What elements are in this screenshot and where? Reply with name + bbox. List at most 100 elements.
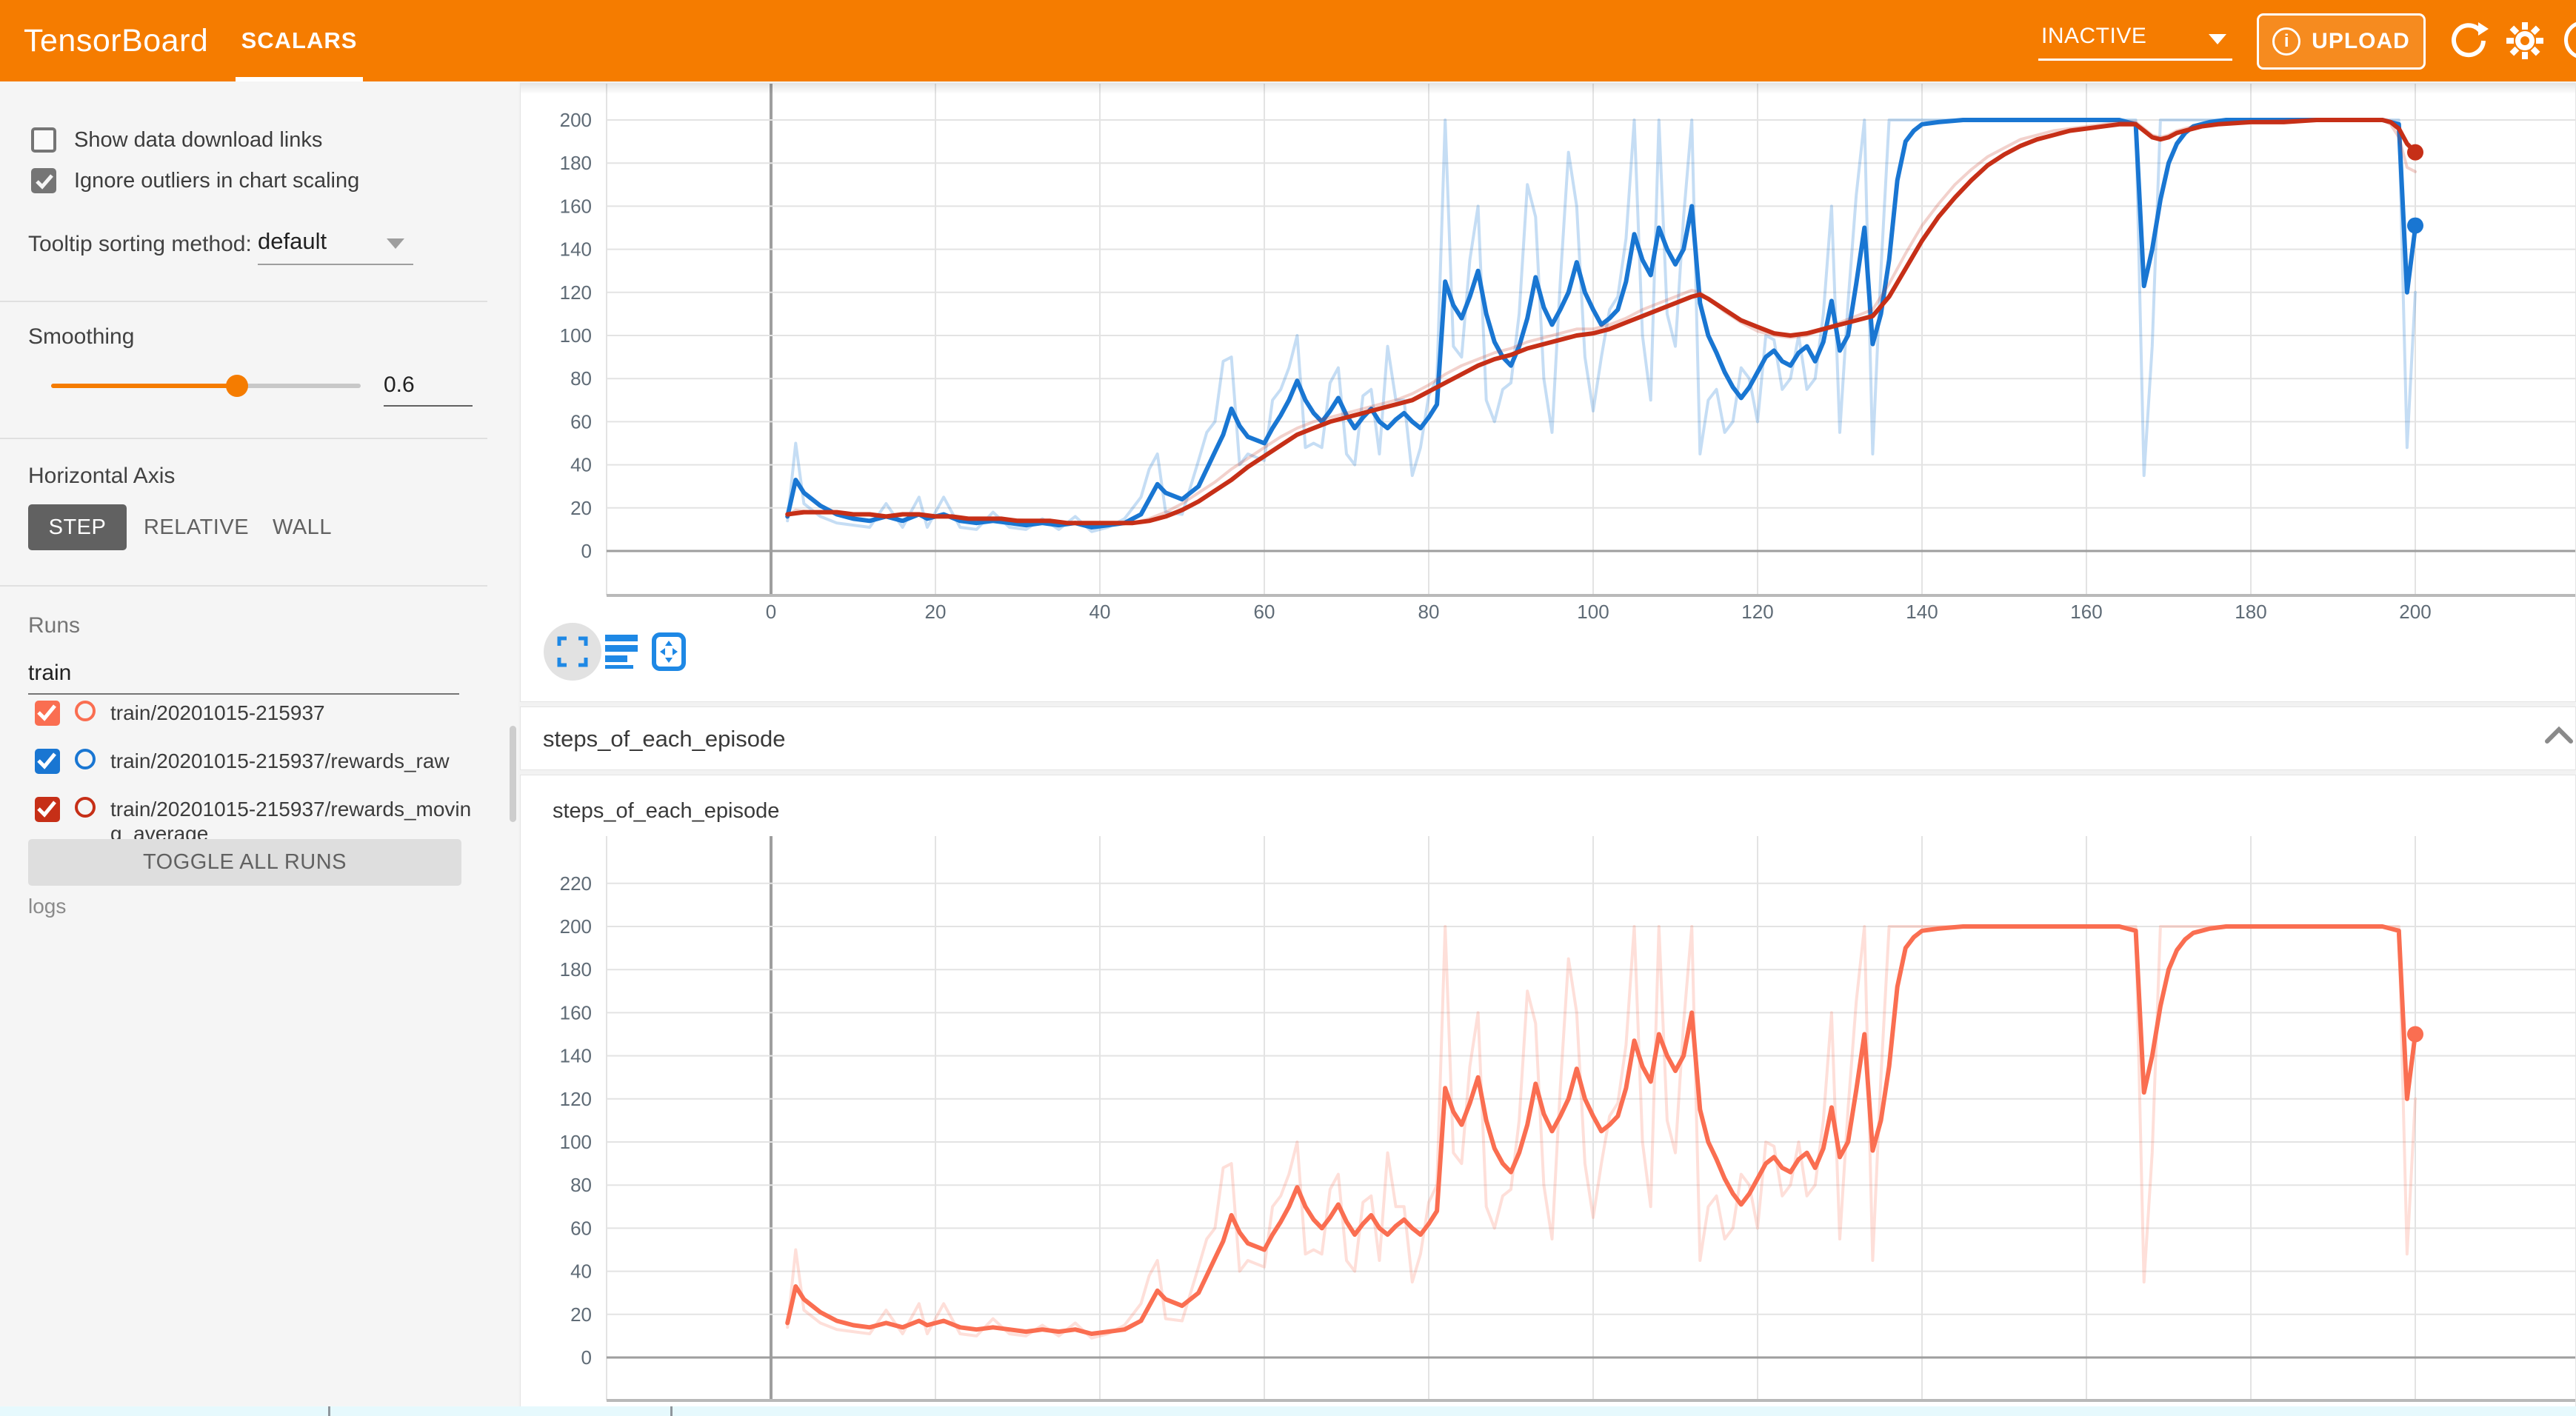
svg-text:0: 0 [766, 601, 776, 623]
svg-text:100: 100 [560, 1131, 592, 1153]
sidebar-scrollbar[interactable] [510, 726, 516, 822]
logs-label: logs [28, 895, 66, 918]
gear-icon[interactable] [2505, 21, 2545, 61]
svg-text:80: 80 [570, 367, 592, 390]
svg-text:80: 80 [570, 1174, 592, 1196]
tensorboard-app: TensorBoard SCALARS INACTIVE i UPLOAD [0, 0, 2576, 1416]
smoothing-value-input[interactable]: 0.6 [384, 373, 473, 398]
rewards-chart-card: 0 20 40 60 80 100 120 140 160 180 200 0 20 40 60 80 100 1… [520, 83, 2576, 702]
smoothing-slider[interactable] [51, 384, 361, 388]
tooltip-sort-dropdown[interactable]: default [258, 228, 327, 255]
smoothing-underline [384, 405, 473, 407]
checkbox-ignore-outliers[interactable]: Ignore outliers in chart scaling [31, 168, 359, 193]
svg-text:60: 60 [570, 410, 592, 433]
checkbox-label: Ignore outliers in chart scaling [74, 169, 359, 193]
bottom-scroll-strip [0, 1406, 2576, 1416]
chevron-down-icon[interactable] [387, 238, 404, 249]
run-row-2[interactable]: train/20201015-215937/rewards_raw [35, 749, 450, 774]
svg-text:120: 120 [1741, 601, 1773, 623]
svg-text:20: 20 [570, 497, 592, 519]
run-color-radio[interactable] [75, 701, 96, 721]
help-icon[interactable] [2564, 21, 2576, 59]
svg-text:120: 120 [560, 281, 592, 304]
run-color-radio[interactable] [75, 797, 96, 818]
run-filter-underline [28, 693, 459, 695]
svg-text:40: 40 [570, 1260, 592, 1283]
status-dropdown-value: INACTIVE [2041, 24, 2146, 49]
run-row-1[interactable]: train/20201015-215937 [35, 701, 325, 726]
run-label: train/20201015-215937 [110, 701, 325, 726]
svg-text:140: 140 [1906, 601, 1938, 623]
svg-text:200: 200 [560, 915, 592, 938]
section-header-steps-of-each-episode[interactable]: steps_of_each_episode [520, 707, 2576, 770]
run-checkbox[interactable] [35, 701, 60, 726]
run-color-radio[interactable] [75, 749, 96, 769]
horizontal-axis-label: Horizontal Axis [28, 464, 175, 489]
strip-tick [328, 1406, 330, 1416]
log-scale-icon[interactable] [605, 635, 638, 672]
upload-button[interactable]: i UPLOAD [2257, 13, 2426, 70]
slider-fill [51, 384, 237, 388]
checkbox-icon [31, 168, 56, 193]
run-filter-input[interactable]: train [28, 661, 71, 686]
smoothing-label: Smoothing [28, 324, 134, 350]
tab-scalars[interactable]: SCALARS [236, 0, 363, 81]
svg-text:180: 180 [2235, 601, 2266, 623]
svg-text:160: 160 [2070, 601, 2102, 623]
svg-text:160: 160 [560, 1001, 592, 1023]
axis-button-wall[interactable]: WALL [265, 504, 339, 550]
svg-text:140: 140 [560, 1045, 592, 1067]
svg-text:20: 20 [925, 601, 947, 623]
rewards-chart-plot[interactable]: 0 20 40 60 80 100 120 140 160 180 200 0 20 40 60 80 100 1… [521, 84, 2575, 701]
axis-button-step[interactable]: STEP [28, 504, 127, 550]
tooltip-sort-label: Tooltip sorting method: [28, 232, 252, 257]
refresh-icon[interactable] [2449, 21, 2489, 61]
svg-text:20: 20 [570, 1303, 592, 1326]
svg-text:120: 120 [560, 1088, 592, 1110]
info-icon: i [2272, 27, 2300, 56]
svg-text:0: 0 [581, 1346, 592, 1369]
divider [0, 301, 487, 302]
checkbox-show-download-links[interactable]: Show data download links [31, 127, 322, 153]
svg-text:220: 220 [560, 872, 592, 895]
toggle-all-runs-button[interactable]: TOGGLE ALL RUNS [28, 839, 461, 886]
run-checkbox[interactable] [35, 749, 60, 774]
slider-handle[interactable] [226, 375, 248, 397]
svg-text:160: 160 [560, 195, 592, 217]
status-dropdown[interactable]: INACTIVE [2038, 18, 2232, 61]
svg-text:80: 80 [1418, 601, 1440, 623]
section-title: steps_of_each_episode [543, 707, 785, 771]
axis-button-relative[interactable]: RELATIVE [141, 504, 252, 550]
app-header: TensorBoard SCALARS INACTIVE i UPLOAD [0, 0, 2576, 81]
header-shadow [521, 84, 2575, 94]
chevron-up-icon[interactable] [2544, 725, 2574, 748]
svg-text:200: 200 [2399, 601, 2431, 623]
svg-text:100: 100 [560, 324, 592, 347]
svg-text:180: 180 [560, 958, 592, 981]
chevron-down-icon [2209, 34, 2226, 44]
steps-chart-plot[interactable]: 0 20 40 60 80 100 120 140 160 180 200 220 [521, 775, 2575, 1415]
svg-text:60: 60 [1254, 601, 1275, 623]
app-title: TensorBoard [24, 0, 208, 81]
fullscreen-icon[interactable] [557, 636, 588, 671]
svg-text:140: 140 [560, 238, 592, 261]
svg-text:100: 100 [1577, 601, 1609, 623]
svg-text:40: 40 [570, 454, 592, 476]
dropdown-underline [258, 264, 413, 265]
divider [0, 585, 487, 587]
run-checkbox[interactable] [35, 797, 60, 822]
svg-text:180: 180 [560, 152, 592, 174]
svg-text:0: 0 [581, 540, 592, 562]
svg-text:200: 200 [560, 109, 592, 131]
strip-tick [670, 1406, 673, 1416]
settings-sidebar: Show data download links Ignore outliers… [0, 81, 518, 1406]
divider [0, 438, 487, 439]
checkbox-icon [31, 127, 56, 153]
checkbox-label: Show data download links [74, 128, 322, 153]
run-label: train/20201015-215937/rewards_raw [110, 749, 450, 774]
svg-text:40: 40 [1090, 601, 1111, 623]
upload-button-label: UPLOAD [2312, 29, 2410, 54]
steps-chart-card: steps_of_each_episode 020406080100120140… [520, 775, 2576, 1416]
svg-text:60: 60 [570, 1217, 592, 1239]
fit-domain-icon[interactable] [651, 632, 687, 675]
